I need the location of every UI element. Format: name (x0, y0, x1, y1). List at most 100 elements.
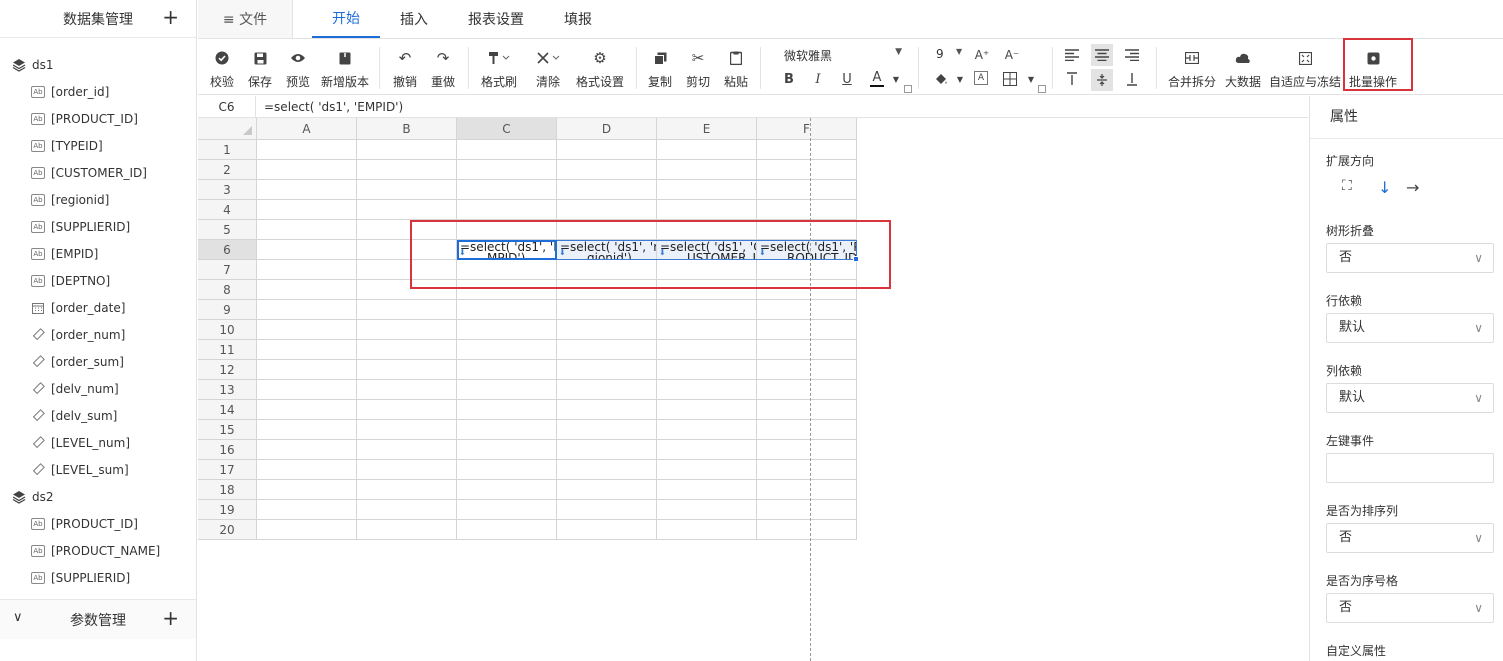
dataset-field[interactable]: [order_date] (0, 294, 196, 321)
cell-F4[interactable] (757, 200, 857, 220)
cell-E11[interactable] (657, 340, 757, 360)
align-bottom-icon[interactable] (1124, 71, 1140, 87)
cell-C1[interactable] (457, 140, 557, 160)
cell-E12[interactable] (657, 360, 757, 380)
sequence-cell-select[interactable]: 否 ∨ (1326, 593, 1494, 623)
cell-C17[interactable] (457, 460, 557, 480)
row-header-7[interactable]: 7 (198, 260, 257, 280)
cell-A13[interactable] (257, 380, 357, 400)
cell-D18[interactable] (557, 480, 657, 500)
add-dataset-icon[interactable]: + (162, 7, 179, 27)
row-header-20[interactable]: 20 (198, 520, 257, 540)
dataset-field[interactable]: Ab [order_id] (0, 78, 196, 105)
row-header-18[interactable]: 18 (198, 480, 257, 500)
align-center-icon[interactable] (1091, 44, 1113, 66)
cell-F11[interactable] (757, 340, 857, 360)
cell-D14[interactable] (557, 400, 657, 420)
new-version-button[interactable]: 新增版本 (319, 39, 371, 95)
cell-A19[interactable] (257, 500, 357, 520)
increase-font-size-icon[interactable]: A⁺ (974, 47, 990, 63)
cell-A14[interactable] (257, 400, 357, 420)
cell-D19[interactable] (557, 500, 657, 520)
cell-A2[interactable] (257, 160, 357, 180)
expand-none-icon[interactable]: ⛶ (1342, 178, 1352, 194)
dataset-field[interactable]: [LEVEL_num] (0, 429, 196, 456)
cell-F17[interactable] (757, 460, 857, 480)
cell-B20[interactable] (357, 520, 457, 540)
cell-E4[interactable] (657, 200, 757, 220)
row-header-11[interactable]: 11 (198, 340, 257, 360)
cell-A1[interactable] (257, 140, 357, 160)
left-click-event-input[interactable] (1326, 453, 1494, 483)
cell-A7[interactable] (257, 260, 357, 280)
dataset-field[interactable]: Ab [PRODUCT_ID] (0, 105, 196, 132)
expand-down-icon[interactable]: ↓ (1378, 178, 1391, 197)
cell-E17[interactable] (657, 460, 757, 480)
cell-D20[interactable] (557, 520, 657, 540)
cell-C18[interactable] (457, 480, 557, 500)
cell-D1[interactable] (557, 140, 657, 160)
cell-B19[interactable] (357, 500, 457, 520)
cell-D16[interactable] (557, 440, 657, 460)
cell-D10[interactable] (557, 320, 657, 340)
row-header-13[interactable]: 13 (198, 380, 257, 400)
cell-E20[interactable] (657, 520, 757, 540)
column-header-B[interactable]: B (357, 118, 457, 140)
row-header-15[interactable]: 15 (198, 420, 257, 440)
cell-B9[interactable] (357, 300, 457, 320)
fill-color-icon[interactable] (934, 71, 948, 87)
format-brush-button[interactable]: 格式刷 (478, 39, 520, 95)
cell-C4[interactable] (457, 200, 557, 220)
cell-B4[interactable] (357, 200, 457, 220)
dataset-field[interactable]: Ab [CUSTOMER_ID] (0, 159, 196, 186)
row-header-5[interactable]: 5 (198, 220, 257, 240)
tab-fill[interactable]: 填报 (558, 0, 598, 38)
cell-A11[interactable] (257, 340, 357, 360)
cell-D13[interactable] (557, 380, 657, 400)
cell-F16[interactable] (757, 440, 857, 460)
font-color-button[interactable]: A (869, 69, 885, 89)
cell-B3[interactable] (357, 180, 457, 200)
cell-E3[interactable] (657, 180, 757, 200)
column-header-F[interactable]: F (757, 118, 857, 140)
align-left-icon[interactable] (1064, 47, 1080, 63)
cell-B16[interactable] (357, 440, 457, 460)
clear-button[interactable]: 清除 (528, 39, 568, 95)
cell-A18[interactable] (257, 480, 357, 500)
cut-button[interactable]: ✂ 剪切 (682, 39, 714, 95)
cell-D12[interactable] (557, 360, 657, 380)
align-right-icon[interactable] (1124, 47, 1140, 63)
cell-A5[interactable] (257, 220, 357, 240)
cell-C20[interactable] (457, 520, 557, 540)
cell-B2[interactable] (357, 160, 457, 180)
cell-A15[interactable] (257, 420, 357, 440)
big-data-button[interactable]: 大数据 (1222, 39, 1264, 95)
cell-B12[interactable] (357, 360, 457, 380)
merge-split-button[interactable]: 合并拆分 (1166, 39, 1218, 95)
cell-D3[interactable] (557, 180, 657, 200)
cell-D9[interactable] (557, 300, 657, 320)
cell-E10[interactable] (657, 320, 757, 340)
dataset-field[interactable]: [delv_sum] (0, 402, 196, 429)
dataset-field[interactable]: Ab [SUPPLIERID] (0, 213, 196, 240)
column-header-C[interactable]: C (457, 118, 557, 140)
cell-B10[interactable] (357, 320, 457, 340)
tab-insert[interactable]: 插入 (394, 0, 434, 38)
copy-button[interactable]: 复制 (644, 39, 676, 95)
text-box-icon[interactable]: A (974, 71, 988, 85)
row-header-10[interactable]: 10 (198, 320, 257, 340)
column-header-E[interactable]: E (657, 118, 757, 140)
redo-button[interactable]: ↷ 重做 (427, 39, 459, 95)
tab-start[interactable]: 开始 (312, 0, 380, 38)
cell-C14[interactable] (457, 400, 557, 420)
dataset-field[interactable]: Ab [TYPEID] (0, 132, 196, 159)
cell-F12[interactable] (757, 360, 857, 380)
tab-report-settings[interactable]: 报表设置 (464, 0, 528, 38)
row-dependency-select[interactable]: 默认 ∨ (1326, 313, 1494, 343)
cell-C9[interactable] (457, 300, 557, 320)
cell-A16[interactable] (257, 440, 357, 460)
cell-A4[interactable] (257, 200, 357, 220)
cell-A3[interactable] (257, 180, 357, 200)
cell-C13[interactable] (457, 380, 557, 400)
cell-A12[interactable] (257, 360, 357, 380)
